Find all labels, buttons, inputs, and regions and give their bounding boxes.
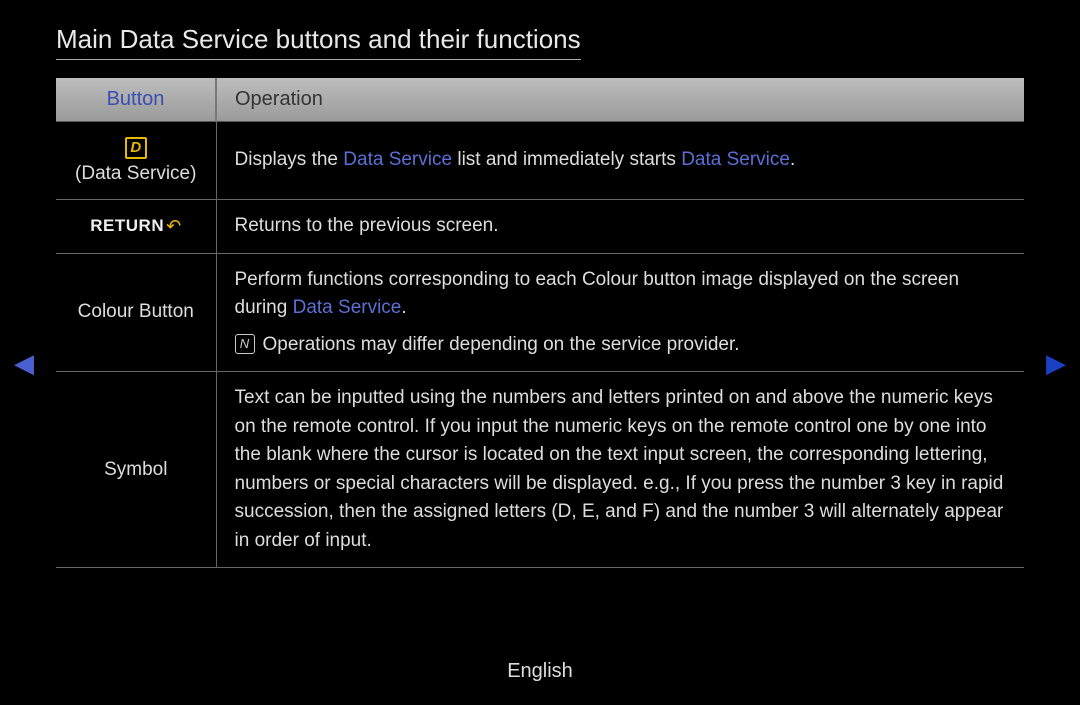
table-row: Symbol Text can be inputted using the nu… xyxy=(56,372,1024,568)
table-row: Colour Button Perform functions correspo… xyxy=(56,253,1024,372)
header-operation: Operation xyxy=(216,78,1024,122)
data-service-table: Button Operation D (Data Service) Displa… xyxy=(56,78,1024,568)
link-data-service: Data Service xyxy=(681,149,790,170)
cell-data-service-op: Displays the Data Service list and immed… xyxy=(216,122,1024,200)
cell-return-op: Returns to the previous screen. xyxy=(216,200,1024,254)
footer-language: English xyxy=(0,660,1080,683)
nav-prev-icon[interactable]: ◀ xyxy=(14,348,34,379)
note-line: N Operations may differ depending on the … xyxy=(235,331,1007,360)
text: Displays the xyxy=(235,149,344,170)
text: . xyxy=(401,297,406,318)
header-button: Button xyxy=(56,78,216,122)
cell-colour-op: Perform functions corresponding to each … xyxy=(216,253,1024,372)
return-icon: ↶ xyxy=(166,216,181,236)
table-header-row: Button Operation xyxy=(56,78,1024,122)
text: list and immediately starts xyxy=(452,149,681,170)
cell-data-service-button: D (Data Service) xyxy=(56,122,216,200)
cell-symbol-op: Text can be inputted using the numbers a… xyxy=(216,372,1024,568)
data-service-icon: D xyxy=(125,137,147,159)
nav-next-icon[interactable]: ▶ xyxy=(1046,348,1066,379)
table-row: D (Data Service) Displays the Data Servi… xyxy=(56,122,1024,200)
text: . xyxy=(790,149,795,170)
cell-return-button: RETURN↶ xyxy=(56,200,216,254)
cell-colour-button: Colour Button xyxy=(56,253,216,372)
table-row: RETURN↶ Returns to the previous screen. xyxy=(56,200,1024,254)
page-title: Main Data Service buttons and their func… xyxy=(56,24,581,60)
note-text: Operations may differ depending on the s… xyxy=(263,334,740,355)
data-service-label: (Data Service) xyxy=(75,163,196,184)
note-icon: N xyxy=(235,334,255,354)
link-data-service: Data Service xyxy=(293,297,402,318)
return-label: RETURN xyxy=(90,216,164,235)
link-data-service: Data Service xyxy=(343,149,452,170)
cell-symbol-button: Symbol xyxy=(56,372,216,568)
